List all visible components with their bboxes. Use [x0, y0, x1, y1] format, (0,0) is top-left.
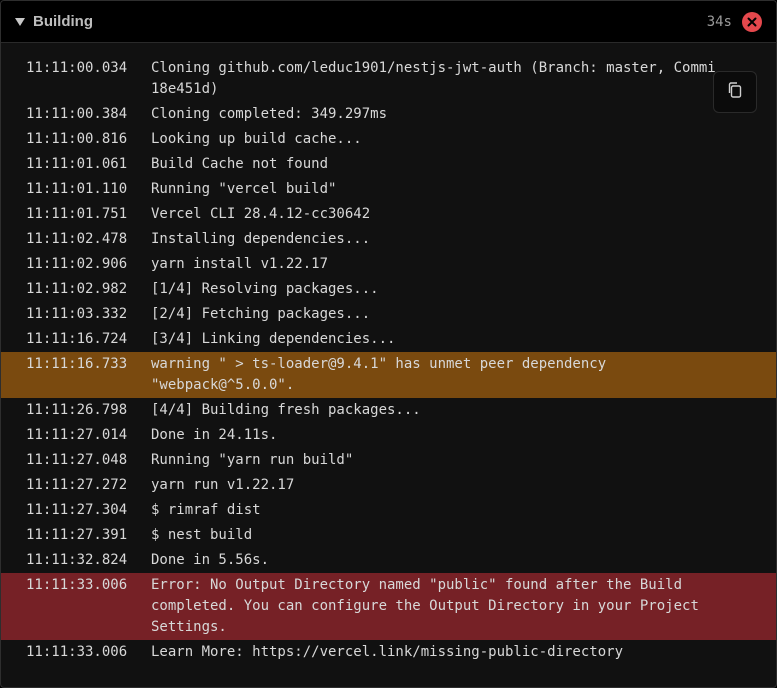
log-timestamp: 11:11:33.006: [26, 644, 128, 660]
log-message: yarn run v1.22.17: [151, 477, 295, 493]
log-message: Cloning github.com/leduc1901/nestjs-jwt-…: [151, 60, 716, 97]
log-timestamp: 11:11:02.478: [26, 231, 128, 247]
log-row: 11:11:02.982 [1/4] Resolving packages...: [1, 277, 776, 302]
log-row: 11:11:02.906 yarn install v1.22.17: [1, 252, 776, 277]
log-message: Build Cache not found: [151, 156, 329, 172]
log-row: 11:11:01.110 Running "vercel build": [1, 177, 776, 202]
log-timestamp: 11:11:01.061: [26, 156, 128, 172]
log-row: 11:11:01.061 Build Cache not found: [1, 152, 776, 177]
log-message: [3/4] Linking dependencies...: [151, 331, 396, 347]
log-row: 11:11:00.384 Cloning completed: 349.297ms: [1, 102, 776, 127]
build-header[interactable]: Building 34s: [1, 1, 776, 43]
log-timestamp: 11:11:27.048: [26, 452, 128, 468]
log-list: 11:11:00.034 Cloning github.com/leduc1901…: [1, 43, 776, 665]
log-row: 11:11:03.332 [2/4] Fetching packages...: [1, 302, 776, 327]
log-row: 11:11:00.816 Looking up build cache...: [1, 127, 776, 152]
log-timestamp: 11:11:27.272: [26, 477, 128, 493]
error-status-icon: [742, 11, 762, 32]
log-timestamp: 11:11:16.724: [26, 331, 128, 347]
build-duration: 34s: [706, 13, 732, 30]
log-timestamp: 11:11:03.332: [26, 306, 128, 322]
log-row: 11:11:32.824 Done in 5.56s.: [1, 548, 776, 573]
log-row-error: 11:11:33.006 Error: No Output Directory n…: [1, 573, 776, 640]
log-timestamp: 11:11:27.014: [26, 427, 128, 443]
log-message: Looking up build cache...: [151, 131, 362, 147]
log-message: $ nest build: [151, 527, 253, 543]
log-timestamp: 11:11:16.733: [26, 356, 128, 372]
log-timestamp: 11:11:33.006: [26, 577, 128, 593]
log-message: [2/4] Fetching packages...: [151, 306, 371, 322]
log-timestamp: 11:11:01.110: [26, 181, 128, 197]
log-timestamp: 11:11:02.906: [26, 256, 128, 272]
log-timestamp: 11:11:00.816: [26, 131, 128, 147]
build-title: Building: [33, 13, 93, 30]
log-message: yarn install v1.22.17: [151, 256, 329, 272]
log-message: Done in 5.56s.: [151, 552, 270, 568]
log-row: 11:11:27.304 $ rimraf dist: [1, 498, 776, 523]
log-row: 11:11:27.014 Done in 24.11s.: [1, 423, 776, 448]
log-row: 11:11:02.478 Installing dependencies...: [1, 227, 776, 252]
log-row-warning: 11:11:16.733 warning " > ts-loader@9.4.1"…: [1, 352, 776, 398]
log-message: Running "yarn run build": [151, 452, 354, 468]
log-message: Cloning completed: 349.297ms: [151, 106, 388, 122]
log-timestamp: 11:11:00.034: [26, 60, 128, 76]
log-row: 11:11:27.391 $ nest build: [1, 523, 776, 548]
log-message: Error: No Output Directory named "public…: [151, 577, 699, 635]
log-row: 11:11:33.006 Learn More: https://vercel.l…: [1, 640, 776, 665]
copy-button[interactable]: [713, 71, 757, 113]
log-row: 11:11:27.048 Running "yarn run build": [1, 448, 776, 473]
log-timestamp: 11:11:00.384: [26, 106, 128, 122]
log-timestamp: 11:11:02.982: [26, 281, 128, 297]
log-timestamp: 11:11:26.798: [26, 402, 128, 418]
log-message: [1/4] Resolving packages...: [151, 281, 379, 297]
copy-icon: [726, 81, 744, 104]
log-timestamp: 11:11:27.304: [26, 502, 128, 518]
log-row: 11:11:27.272 yarn run v1.22.17: [1, 473, 776, 498]
log-message: $ rimraf dist: [151, 502, 261, 518]
log-message: Installing dependencies...: [151, 231, 371, 247]
log-timestamp: 11:11:32.824: [26, 552, 128, 568]
log-row: 11:11:26.798 [4/4] Building fresh package…: [1, 398, 776, 423]
log-message: Vercel CLI 28.4.12-cc30642: [151, 206, 371, 222]
log-timestamp: 11:11:01.751: [26, 206, 128, 222]
log-message: [4/4] Building fresh packages...: [151, 402, 421, 418]
caret-down-icon[interactable]: [15, 18, 25, 26]
build-log-panel: Building 34s 11:11:00.034 Cloning github.…: [0, 0, 777, 688]
log-row: 11:11:16.724 [3/4] Linking dependencies..…: [1, 327, 776, 352]
log-timestamp: 11:11:27.391: [26, 527, 128, 543]
log-message: Done in 24.11s.: [151, 427, 278, 443]
log-row: 11:11:00.034 Cloning github.com/leduc1901…: [1, 56, 776, 102]
log-message: warning " > ts-loader@9.4.1" has unmet p…: [151, 356, 607, 393]
log-message: Learn More: https://vercel.link/missing-…: [151, 644, 624, 660]
log-row: 11:11:01.751 Vercel CLI 28.4.12-cc30642: [1, 202, 776, 227]
log-message: Running "vercel build": [151, 181, 337, 197]
